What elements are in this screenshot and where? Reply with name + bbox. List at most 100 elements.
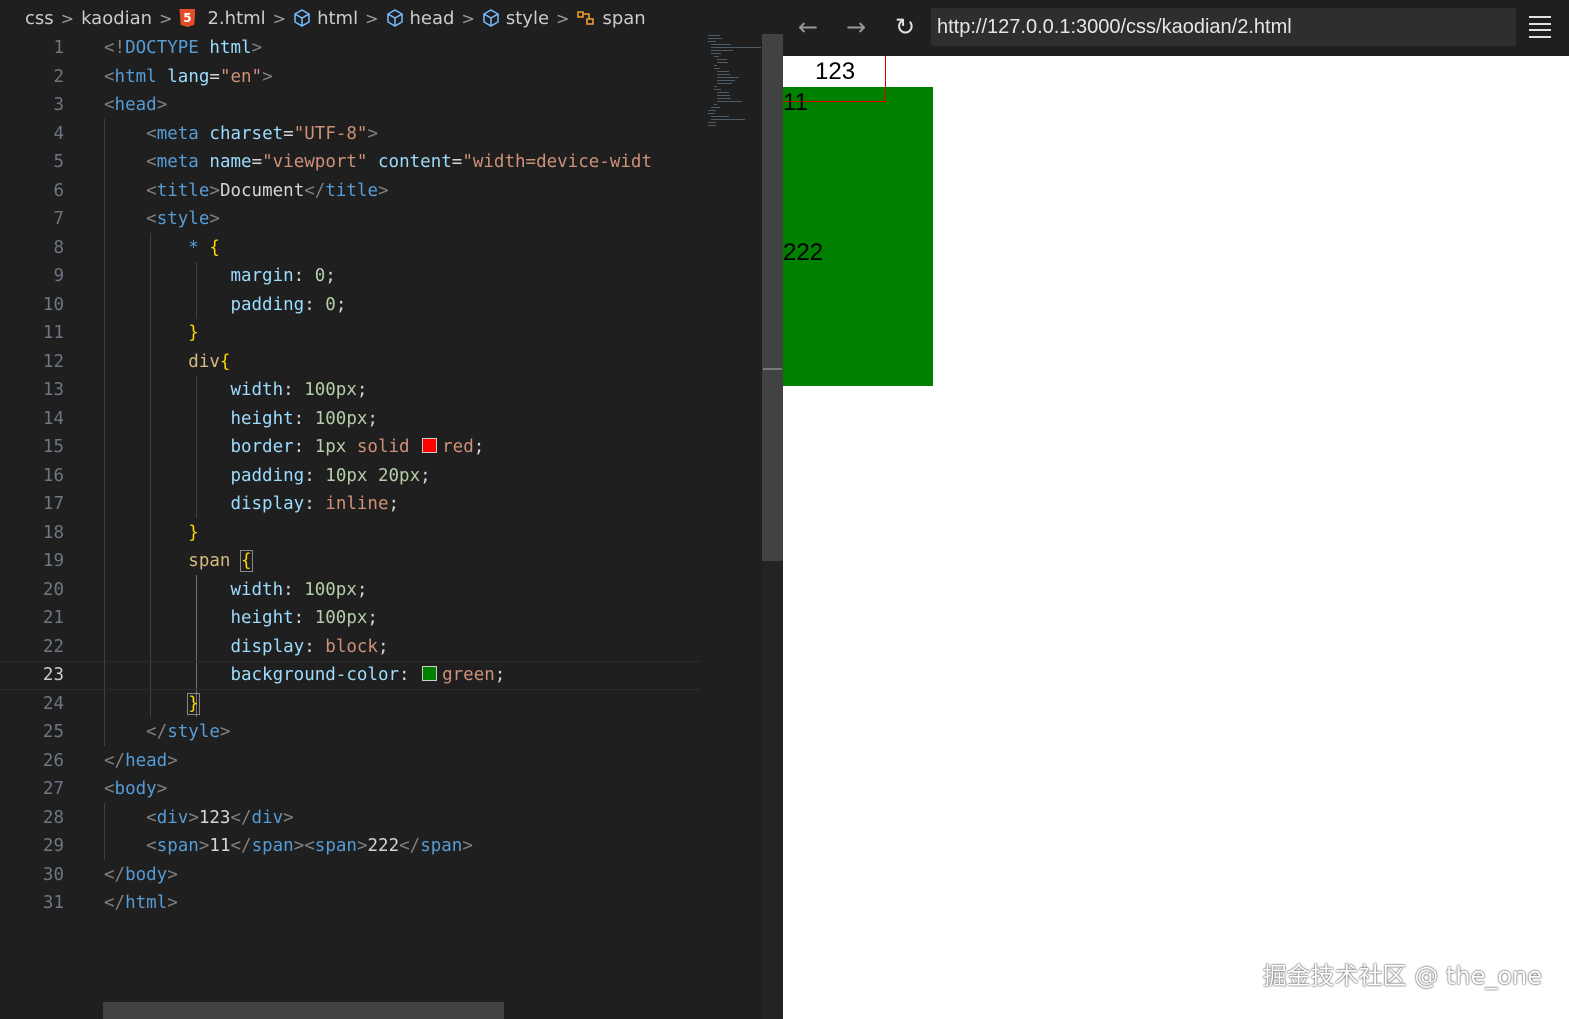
line-number: 5 [53,152,64,173]
code-text: <head> [104,95,168,116]
code-text: span { [188,550,253,573]
chevron-right-icon: > [556,8,570,28]
code-text: padding: 0; [230,294,347,315]
code-text: * { [188,237,220,258]
line-number: 29 [42,836,64,857]
chevron-right-icon: > [461,8,475,28]
code-line: 12 div{ [0,348,700,377]
code-line: 11 } [0,319,700,348]
code-line: 4 <meta charset="UTF-8"> [0,120,700,149]
css-selector-icon [576,9,596,27]
code-text: <html lang="en"> [104,66,273,87]
line-number: 4 [53,123,64,144]
line-number: 15 [42,437,64,458]
cube-symbol-icon [482,9,500,27]
back-button[interactable]: ← [791,10,825,44]
code-text: <style> [146,209,220,230]
line-number: 19 [42,551,64,572]
green-span-block [783,87,933,386]
watermark: 掘金技术社区 @ the_one [1262,962,1542,990]
url-input[interactable]: http://127.0.0.1:3000/css/kaodian/2.html [931,8,1516,46]
html5-file-icon: 5 [179,9,196,27]
code-text: width: 100px; [230,380,368,401]
code-line: 15 border: 1px solid red; [0,433,700,462]
hamburger-menu-icon[interactable] [1529,16,1551,38]
code-line: 24 } [0,690,700,719]
code-text: border: 1px solid red; [230,437,485,458]
code-line: 14 height: 100px; [0,405,700,434]
span-text-first: 11 [783,89,808,116]
arrow-left-icon: ← [797,13,819,41]
reload-button[interactable]: ↻ [888,10,922,44]
code-text: <meta name="viewport" content="width=dev… [146,152,652,173]
arrow-right-icon: → [845,13,867,41]
breadcrumb-item-html[interactable]: html [293,8,358,29]
code-line: 6 <title>Document</title> [0,177,700,206]
code-line: 30 </body> [0,861,700,890]
line-number: 11 [42,323,64,344]
code-text: </html> [104,893,178,914]
green-color-swatch[interactable] [422,666,438,682]
breadcrumb-item-file[interactable]: 5 2.html [179,7,266,29]
code-line-active: 23 background-color: green; [0,661,700,690]
code-area[interactable]: 1 <!DOCTYPE html> 2 <html lang="en"> 3 <… [0,34,700,1019]
breadcrumb-item-style[interactable]: style [482,8,549,29]
breadcrumb-file-label: 2.html [207,7,266,29]
code-line: 10 padding: 0; [0,291,700,320]
line-number: 26 [42,750,64,771]
vertical-scrollbar-thumb[interactable] [762,34,783,561]
code-text: </head> [104,750,178,771]
breadcrumb-html-label: html [317,7,359,29]
code-text: padding: 10px 20px; [230,465,431,486]
code-line: 2 <html lang="en"> [0,63,700,92]
breadcrumb-style-label: style [505,7,550,29]
breadcrumb-item-span[interactable]: span [576,7,646,29]
breadcrumb: css > kaodian > 5 2.html > html > head >… [0,0,783,36]
line-number: 3 [53,95,64,116]
code-text: <div>123</div> [146,807,294,828]
code-text: display: block; [230,636,389,657]
minimap[interactable] [700,34,762,1019]
breadcrumb-span-label: span [602,7,646,29]
code-text: } [188,323,199,344]
code-text: width: 100px; [230,579,368,600]
chevron-right-icon: > [159,8,173,28]
div-text: 123 [815,58,856,85]
line-number: 12 [42,351,64,372]
horizontal-scrollbar-thumb[interactable] [103,1002,504,1019]
line-number: 1 [53,38,64,59]
code-line: 21 height: 100px; [0,604,700,633]
code-line: 13 width: 100px; [0,376,700,405]
line-number: 23 [42,665,64,686]
code-text: margin: 0; [230,266,336,287]
line-number: 6 [53,180,64,201]
url-text: http://127.0.0.1:3000/css/kaodian/2.html [937,15,1292,38]
breadcrumb-item-head[interactable]: head [386,7,455,29]
code-line: 28 <div>123</div> [0,804,700,833]
page-viewport: 123 11 222 掘金技术社区 @ the_one [783,56,1569,1019]
line-number: 10 [42,294,64,315]
line-number: 13 [42,380,64,401]
forward-button[interactable]: → [839,10,873,44]
breadcrumb-item-kaodian[interactable]: kaodian [81,8,152,29]
code-line: 5 <meta name="viewport" content="width=d… [0,148,700,177]
line-number: 2 [53,66,64,87]
code-line: 19 span { [0,547,700,576]
code-line: 26 </head> [0,747,700,776]
line-number: 31 [42,893,64,914]
code-line: 20 width: 100px; [0,576,700,605]
code-text: height: 100px; [230,408,378,429]
red-color-swatch[interactable] [422,438,438,454]
code-text: } [188,522,199,543]
code-line: 1 <!DOCTYPE html> [0,34,700,63]
code-text: <title>Document</title> [146,180,389,201]
breadcrumb-item-css[interactable]: css [25,8,54,29]
line-number: 21 [42,608,64,629]
chevron-right-icon: > [365,8,379,28]
breadcrumb-head-label: head [409,7,455,29]
code-text: } [187,692,200,715]
code-line: 16 padding: 10px 20px; [0,462,700,491]
cube-symbol-icon [386,9,404,27]
line-number: 24 [42,693,64,714]
line-number: 20 [42,579,64,600]
